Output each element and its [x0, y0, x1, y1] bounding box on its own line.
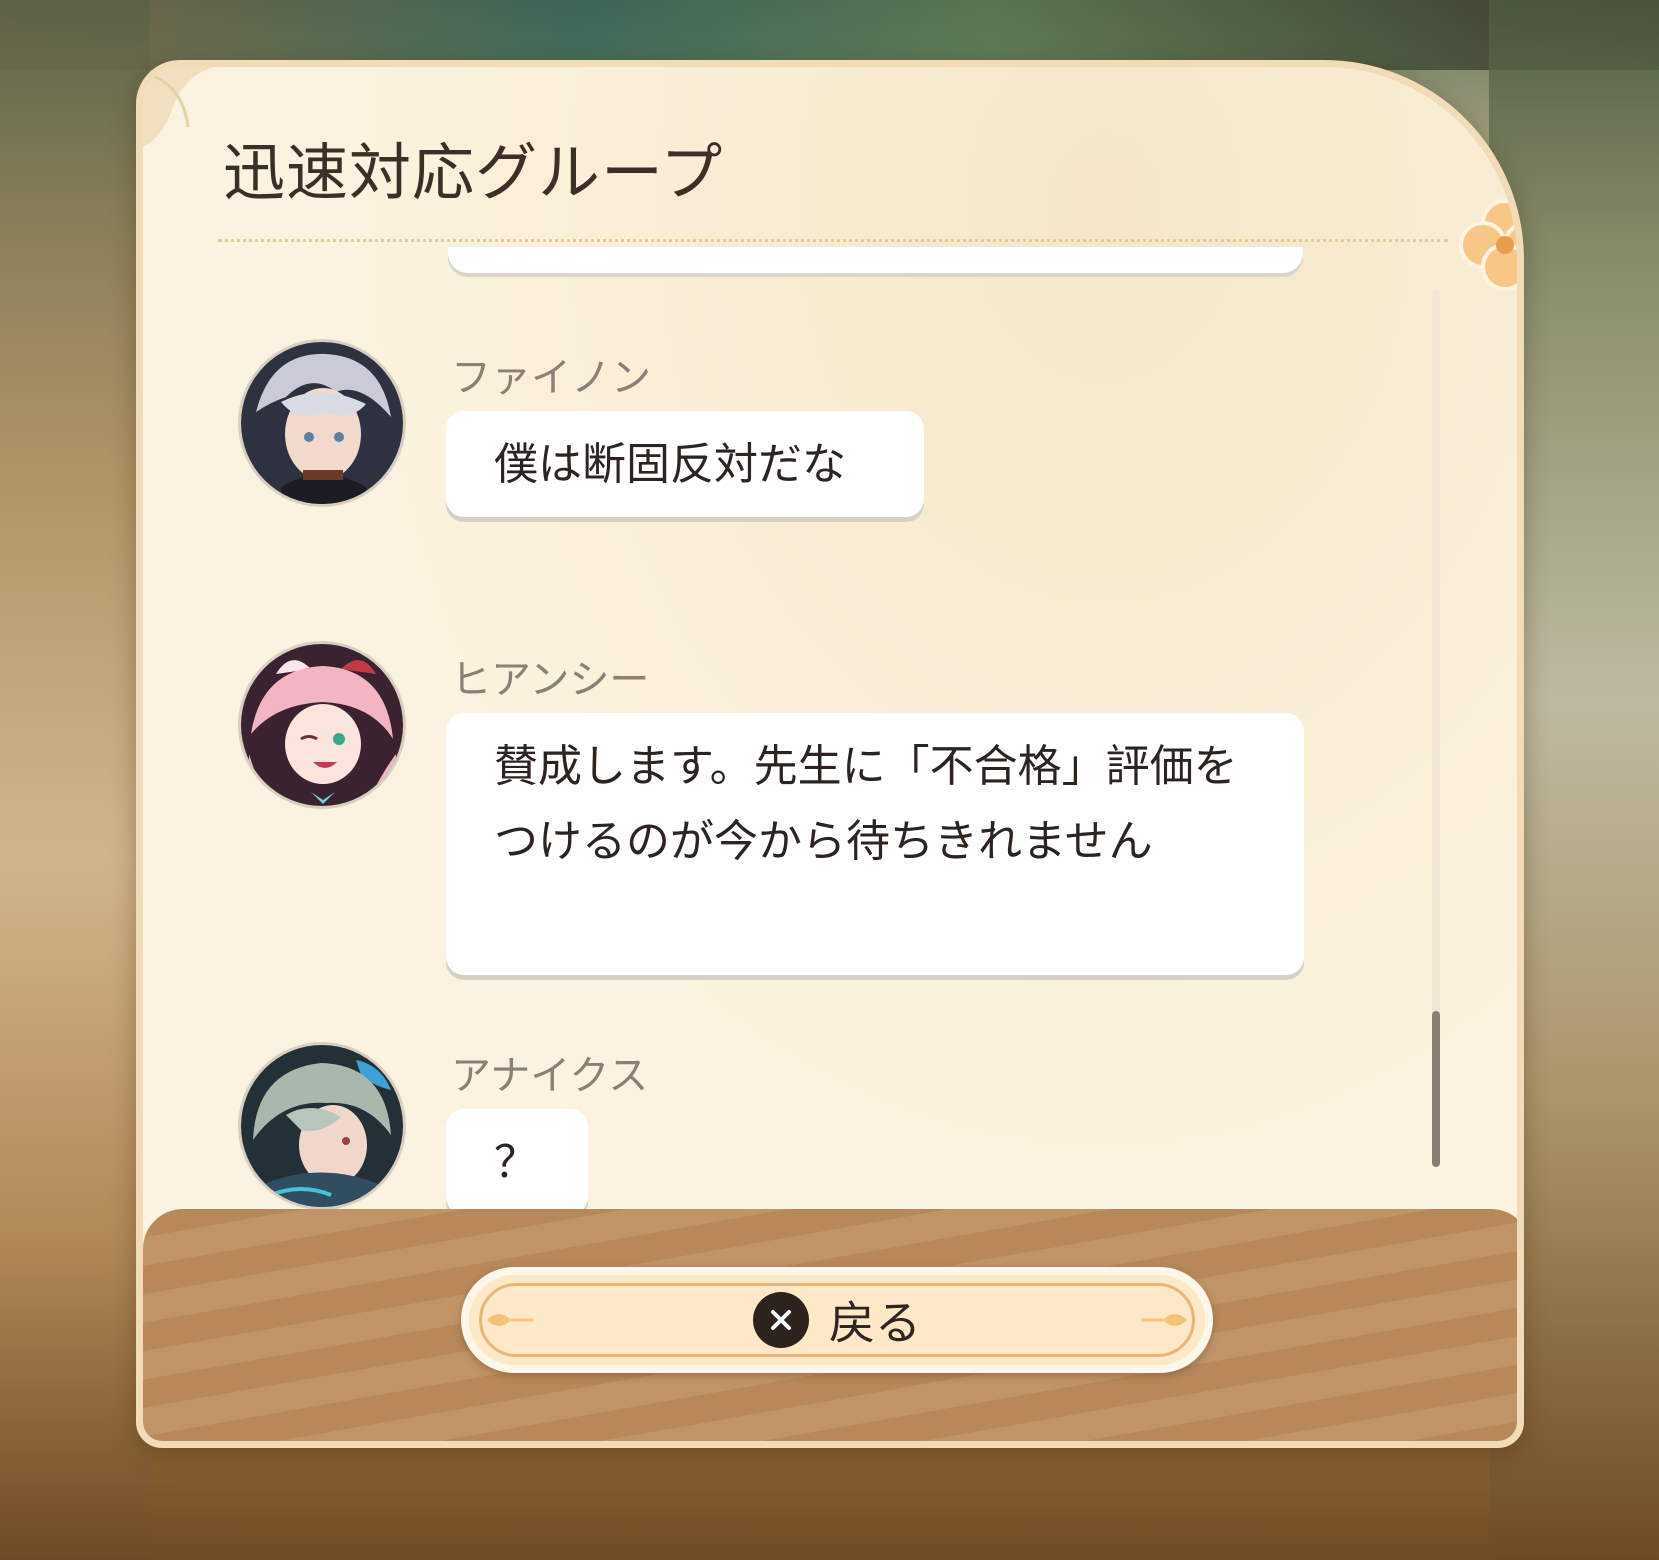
avatar[interactable] [238, 641, 406, 809]
silver-haired-character-avatar-icon [241, 342, 403, 504]
back-button-border [479, 1283, 1195, 1357]
sender-name: ヒアンシー [451, 657, 650, 703]
scrollbar-thumb[interactable] [1432, 1011, 1440, 1167]
pink-haired-character-avatar-icon [241, 644, 403, 806]
page-title: 迅速対応グループ [223, 136, 724, 209]
green-haired-character-avatar-icon [241, 1045, 403, 1207]
title-divider [218, 239, 1448, 242]
diamond-ornament-left-icon [487, 1314, 533, 1326]
chat-dialog: 迅速対応グループ ファイノン 僕は断固反対だな ヒアンシー 賛成します。先生に「… [136, 60, 1524, 1448]
background-left [0, 0, 150, 1560]
previous-message-bubble [448, 247, 1303, 273]
sender-name: ファイノン [451, 355, 651, 401]
scrollbar[interactable] [1432, 289, 1440, 1167]
corner-ornament-icon [143, 67, 213, 147]
footer-bar: 戻る [143, 1209, 1517, 1441]
diamond-ornament-right-icon [1141, 1314, 1187, 1326]
message-bubble: 僕は断固反対だな [446, 411, 924, 517]
avatar[interactable] [238, 339, 406, 507]
sender-name: アナイクス [451, 1053, 649, 1099]
back-button[interactable]: 戻る [461, 1267, 1213, 1373]
message-bubble: 賛成します。先生に「不合格」評価をつけるのが今から待ちきれません [446, 713, 1304, 975]
message-list[interactable]: ファイノン 僕は断固反対だな ヒアンシー 賛成します。先生に「不合格」評価をつけ… [238, 247, 1478, 1232]
message-bubble: ？ [446, 1109, 588, 1215]
avatar[interactable] [238, 1042, 406, 1210]
